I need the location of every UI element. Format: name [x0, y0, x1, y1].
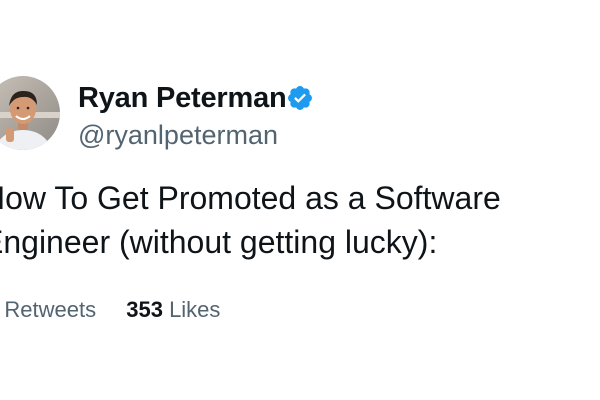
verified-badge-icon: [288, 86, 312, 110]
likes-stat[interactable]: 353 Likes: [126, 296, 220, 324]
tweet-text: How To Get Promoted as a Software Engine…: [0, 176, 600, 264]
display-name[interactable]: Ryan Peterman: [78, 80, 287, 116]
tweet-text-line: Engineer (without getting lucky):: [0, 224, 438, 260]
user-handle[interactable]: @ryanlpeterman: [78, 118, 278, 152]
avatar[interactable]: [0, 76, 60, 150]
tweet-text-line: How To Get Promoted as a Software: [0, 180, 501, 216]
tweet-card: Ryan Peterman @ryanlpeterman How To Get …: [0, 0, 600, 400]
tweet-stats: 0 Retweets 353 Likes: [0, 296, 244, 324]
likes-label: Likes: [169, 297, 221, 322]
person-avatar-icon: [0, 76, 60, 150]
retweets-label: Retweets: [4, 297, 97, 322]
retweets-stat[interactable]: 0 Retweets: [0, 296, 96, 324]
likes-count: 353: [126, 297, 163, 322]
